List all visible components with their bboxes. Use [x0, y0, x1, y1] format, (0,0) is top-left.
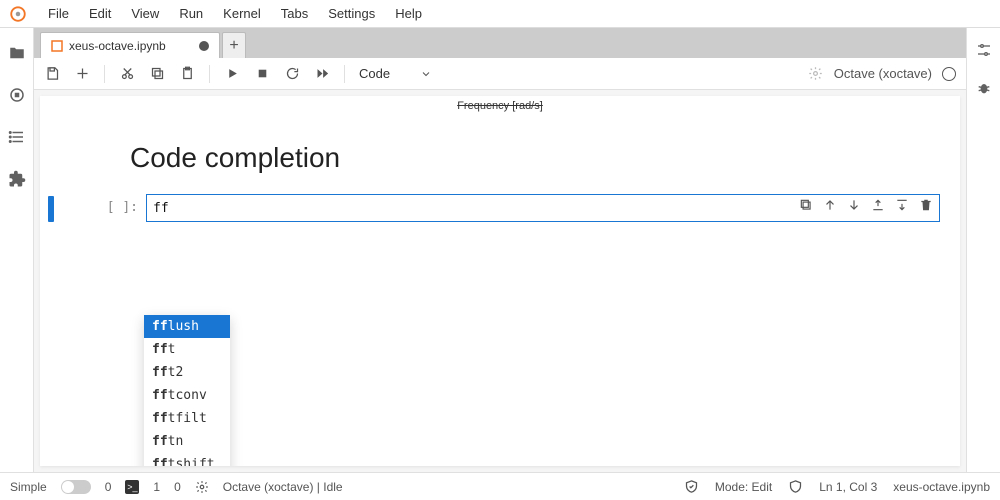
cell-actions	[799, 198, 933, 212]
trust-icon[interactable]	[684, 479, 699, 494]
move-up-icon[interactable]	[823, 198, 837, 212]
property-inspector-icon[interactable]	[976, 42, 992, 58]
gear-icon[interactable]	[808, 66, 824, 82]
restart-icon[interactable]	[284, 66, 300, 82]
copy-icon[interactable]	[149, 66, 165, 82]
unsaved-indicator-icon	[199, 41, 209, 51]
run-icon[interactable]	[224, 66, 240, 82]
content-area: xeus-octave.ipynb + Code Oct	[34, 28, 966, 472]
kernel-indicator-icon[interactable]	[942, 67, 956, 81]
cursor-position[interactable]: Ln 1, Col 3	[819, 480, 877, 494]
axis-label: Frequency [rad/s]	[40, 96, 960, 112]
move-down-icon[interactable]	[847, 198, 861, 212]
menu-file[interactable]: File	[38, 2, 79, 25]
kernel-status[interactable]: Octave (xoctave) | Idle	[223, 480, 343, 494]
folder-icon[interactable]	[8, 44, 26, 62]
terminal-icon[interactable]: >_	[125, 480, 139, 494]
menu-help[interactable]: Help	[385, 2, 432, 25]
add-tab-button[interactable]: +	[222, 32, 246, 58]
terminals-count[interactable]: 1	[153, 480, 160, 494]
completion-item[interactable]: fft	[144, 338, 230, 361]
markdown-heading: Code completion	[40, 112, 960, 194]
mode-status[interactable]: Mode: Edit	[715, 480, 772, 494]
simple-label: Simple	[10, 480, 47, 494]
status-filename[interactable]: xeus-octave.ipynb	[893, 480, 990, 494]
paste-icon[interactable]	[179, 66, 195, 82]
menu-run[interactable]: Run	[169, 2, 213, 25]
completion-item[interactable]: fftconv	[144, 384, 230, 407]
debugger-icon[interactable]	[976, 80, 992, 96]
cell-prompt: [ ]:	[86, 194, 146, 215]
completion-item[interactable]: fft2	[144, 361, 230, 384]
right-sidebar	[966, 28, 1000, 472]
cell-type-select[interactable]: Code	[359, 66, 432, 81]
completion-item[interactable]: fflush	[144, 315, 230, 338]
notebook-main: Frequency [rad/s] Code completion [ ]: f…	[34, 90, 966, 472]
add-cell-icon[interactable]	[74, 66, 90, 82]
toc-icon[interactable]	[8, 128, 26, 146]
menu-kernel[interactable]: Kernel	[213, 2, 271, 25]
insert-above-icon[interactable]	[871, 198, 885, 212]
notebook-paper[interactable]: Frequency [rad/s] Code completion [ ]: f…	[40, 96, 960, 466]
cut-icon[interactable]	[119, 66, 135, 82]
shield-icon[interactable]	[788, 479, 803, 494]
duplicate-cell-icon[interactable]	[799, 198, 813, 212]
lsp-icon[interactable]	[195, 480, 209, 494]
running-icon[interactable]	[8, 86, 26, 104]
tabbar: xeus-octave.ipynb +	[34, 28, 966, 58]
insert-below-icon[interactable]	[895, 198, 909, 212]
code-cell[interactable]: [ ]: ff	[40, 194, 960, 222]
left-sidebar	[0, 28, 34, 472]
notebook-icon	[51, 40, 63, 52]
statusbar: Simple 0 >_ 1 0 Octave (xoctave) | Idle …	[0, 472, 1000, 500]
chevron-down-icon	[420, 68, 432, 80]
cell-active-bar	[48, 196, 54, 222]
tab-label: xeus-octave.ipynb	[69, 39, 166, 53]
stop-icon[interactable]	[254, 66, 270, 82]
save-icon[interactable]	[44, 66, 60, 82]
tab-xeus-octave[interactable]: xeus-octave.ipynb	[40, 32, 220, 58]
completion-item[interactable]: fftn	[144, 430, 230, 453]
menu-view[interactable]: View	[121, 2, 169, 25]
menubar: File Edit View Run Kernel Tabs Settings …	[0, 0, 1000, 28]
simple-toggle[interactable]	[61, 480, 91, 494]
jupyter-logo-icon	[8, 4, 28, 24]
cell-input[interactable]: ff	[146, 194, 940, 222]
menu-tabs[interactable]: Tabs	[271, 2, 318, 25]
fast-forward-icon[interactable]	[314, 66, 330, 82]
completion-item[interactable]: fftfilt	[144, 407, 230, 430]
cell-code: ff	[147, 201, 169, 216]
delete-cell-icon[interactable]	[919, 198, 933, 212]
completion-item[interactable]: fftshift	[144, 453, 230, 466]
kernel-name[interactable]: Octave (xoctave)	[834, 66, 932, 81]
menu-edit[interactable]: Edit	[79, 2, 121, 25]
completion-popup: fflushfftfft2fftconvfftfiltfftnfftshiftf…	[144, 315, 230, 466]
notebook-toolbar: Code Octave (xoctave)	[34, 58, 966, 90]
menu-settings[interactable]: Settings	[318, 2, 385, 25]
extensions-icon[interactable]	[8, 170, 26, 188]
kernels-count[interactable]: 0	[174, 480, 181, 494]
tabs-count[interactable]: 0	[105, 480, 112, 494]
cell-type-label: Code	[359, 66, 390, 81]
